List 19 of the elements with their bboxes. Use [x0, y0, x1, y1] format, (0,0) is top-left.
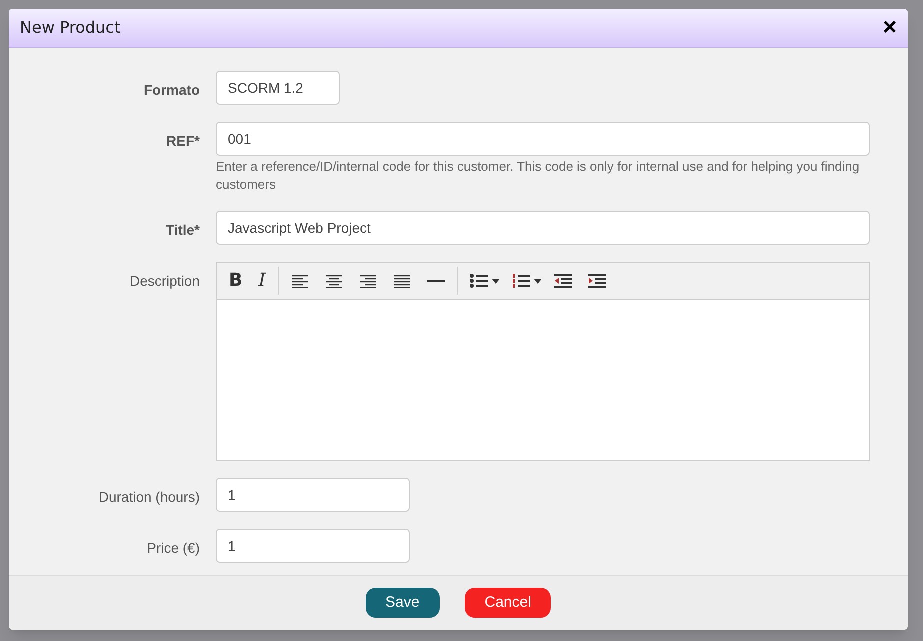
- italic-button[interactable]: I: [250, 267, 274, 295]
- rich-text-editor[interactable]: B I: [216, 262, 870, 461]
- field-label: REF*: [166, 133, 200, 149]
- field-label: Duration (hours): [98, 489, 200, 505]
- input-field[interactable]: Javascript Web Project: [216, 211, 870, 245]
- save-button[interactable]: Save: [366, 588, 440, 618]
- field-label: Formato: [144, 82, 200, 98]
- close-button[interactable]: ×: [882, 16, 897, 40]
- field-label: Price (€): [147, 540, 200, 556]
- input-field[interactable]: SCORM 1.2: [216, 71, 340, 105]
- bold-button[interactable]: B: [221, 267, 251, 295]
- input-field[interactable]: 1: [216, 478, 410, 512]
- field-label: Description: [130, 273, 200, 289]
- window-title: New Product: [20, 17, 121, 39]
- field-label: Title*: [166, 222, 200, 238]
- cancel-button[interactable]: Cancel: [464, 588, 552, 618]
- input-field[interactable]: 001: [216, 122, 870, 156]
- input-field[interactable]: 1: [216, 529, 410, 563]
- help-text: Enter a reference/ID/internal code for this customer. This code is only for internal use and for helping you finding customers: [216, 158, 861, 194]
